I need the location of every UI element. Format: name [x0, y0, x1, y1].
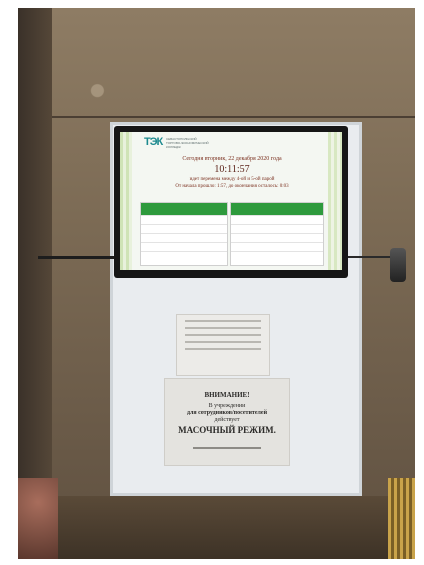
text-line — [185, 341, 261, 343]
table-row — [141, 233, 227, 242]
table-row — [231, 233, 323, 242]
college-name: СЕВАСТОПОЛЬСКИЙ ТОРГОВО-ЭКОНОМИЧЕСКИЙ КО… — [166, 137, 209, 149]
mask-notice: ВНИМАНИЕ! В учреждении для сотрудников/п… — [164, 378, 290, 466]
wooden-floor — [388, 478, 415, 559]
table-row — [141, 251, 227, 260]
photo: ТЭК СЕВАСТОПОЛЬСКИЙ ТОРГОВО-ЭКОНОМИЧЕСКИ… — [18, 8, 415, 559]
monitor-screen: ТЭК СЕВАСТОПОЛЬСКИЙ ТОРГОВО-ЭКОНОМИЧЕСКИ… — [120, 132, 342, 270]
clock: 10:11:57 — [214, 164, 250, 175]
date-line: Сегодня вторник, 22 декабря 2020 года — [182, 156, 282, 162]
table-row — [231, 224, 323, 233]
decor-pot — [18, 478, 58, 559]
notice-line: В учреждении — [208, 403, 246, 409]
table-row — [141, 224, 227, 233]
table-row — [141, 242, 227, 251]
table-row — [141, 215, 227, 224]
screen-stripes-right — [328, 132, 342, 270]
college-logo: ТЭК — [144, 136, 163, 148]
notice-line: действует — [214, 417, 240, 423]
floor — [18, 496, 415, 559]
break-status: идет перемена между 4-ой и 5-ой парой — [189, 177, 275, 182]
cable — [38, 256, 118, 259]
signature-line — [193, 447, 261, 449]
text-line — [185, 320, 261, 322]
table-row — [231, 251, 323, 260]
monitor: ТЭК СЕВАСТОПОЛЬСКИЙ ТОРГОВО-ЭКОНОМИЧЕСКИ… — [114, 126, 348, 278]
screen-stripes-left — [120, 132, 132, 270]
table-row — [231, 215, 323, 224]
cable — [344, 256, 394, 258]
schedule-table — [140, 202, 228, 266]
schedule-table — [230, 202, 324, 266]
small-notice — [176, 314, 270, 376]
notice-title: ВНИМАНИЕ! — [204, 391, 250, 399]
notice-line: для сотрудников/посетителей — [186, 410, 268, 416]
table-header — [141, 203, 227, 215]
table-row — [231, 242, 323, 251]
notice-headline: МАСОЧНЫЙ РЕЖИМ. — [178, 425, 276, 435]
wall-seam — [52, 116, 415, 118]
table-header — [231, 203, 323, 215]
elapsed-remaining: От начала прошло: 1:57, до окончания ост… — [175, 184, 289, 189]
text-line — [185, 334, 261, 336]
text-line — [185, 348, 261, 350]
text-line — [185, 327, 261, 329]
keys-hook — [390, 248, 406, 282]
left-wall-edge — [18, 8, 52, 559]
